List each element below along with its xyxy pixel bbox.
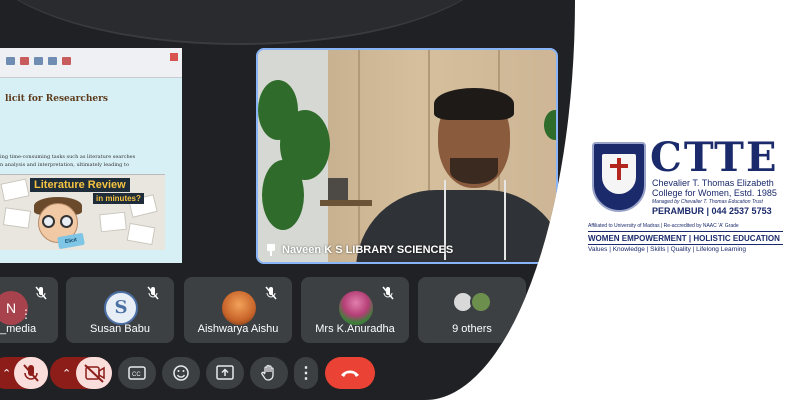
participant-tile[interactable]: CT [535,277,575,343]
paper-sheet [0,178,30,202]
participant-tile[interactable]: Mrs K.Anuradha [301,277,409,343]
avatar [470,291,492,313]
participant-name: Susan Babu [90,323,150,335]
top-bar [0,0,500,45]
raise-hand-icon [261,364,274,381]
emoji-icon [173,365,189,381]
presentation-slide: licit for Researchers ing time-consuming… [0,78,182,263]
participant-name: Aishwarya Aishu [197,323,279,335]
info-icon [486,364,504,382]
participant-name: Mrs K.Anuradha [315,323,395,335]
shared-screen-tile[interactable]: licit for Researchers ing time-consuming… [0,48,182,263]
logo-abbreviation: CTTE [650,134,779,181]
speaker-beard [450,158,498,184]
slide-text-line: n analysis and interpretation, ultimatel… [0,162,129,168]
logo-name-line: Chevalier T. Thomas Elizabeth [652,178,774,188]
mic-control-group[interactable]: ⌃ [0,357,48,389]
logo-name-line: College for Women, Estd. 1985 [652,188,777,198]
participant-name: _media [0,323,37,335]
shelf [320,200,372,206]
slide-text: ing time-consuming tasks such as literat… [0,153,165,169]
paper-sheet [2,207,32,229]
logo-divider [588,244,783,245]
toolbar-icon [34,57,43,65]
slide-title: licit for Researchers [5,94,108,104]
present-icon [216,365,234,380]
banner-subtitle: in minutes? [93,193,144,204]
participant-tile[interactable]: Aishwarya Aishu [184,277,292,343]
paper-sheet [126,222,156,246]
mic-off-icon [23,364,39,382]
wall-seam [358,50,360,262]
meet-window: licit for Researchers ing time-consuming… [0,0,575,400]
people-button[interactable]: 18 [512,349,542,389]
avatar-letter: S [114,297,128,318]
mic-off-icon [265,286,277,300]
leave-call-icon [341,370,359,377]
slide-text-line: ing time-consuming tasks such as literat… [0,154,136,160]
participant-name: CT [545,323,560,335]
emoji-button[interactable] [162,357,200,389]
logo-affiliation: Affiliated to University of Madras | Re-… [588,223,739,229]
more-options-icon: ⋮ [298,365,314,382]
active-speaker-tile[interactable]: Naveen K S LIBRARY SCIENCES [256,48,558,264]
mic-button[interactable] [14,357,48,389]
toolbar-icon [6,57,15,65]
books [328,178,348,200]
logo-values-line: Values | Knowledge | Skills | Quality | … [588,246,747,253]
toolbar-icon [20,57,29,65]
speaker-name: Naveen K S LIBRARY SCIENCES [282,244,454,256]
earphone-cable [504,180,506,260]
plant-leaves [262,160,304,230]
captions-button[interactable]: CC [118,357,156,389]
crest-cross [617,158,621,180]
cartoon-goggle [42,215,55,228]
logo-tagline: WOMEN EMPOWERMENT | HOLISTIC EDUCATION [588,234,780,243]
participant-tile[interactable]: S Susan Babu [66,277,174,343]
speaker-name-label: Naveen K S LIBRARY SCIENCES [266,244,453,256]
literature-review-image: Elicit Literature Review in minutes? [0,174,165,250]
pin-icon[interactable] [266,244,276,256]
app-ribbon [0,48,182,78]
chevron-up-icon[interactable]: ⌃ [62,367,71,380]
mic-off-icon [147,286,159,300]
present-button[interactable] [206,357,244,389]
cartoon-goggle [60,215,73,228]
crest-cross [610,164,628,168]
raise-hand-button[interactable] [250,357,288,389]
chevron-up-icon[interactable]: ⌃ [2,367,11,380]
avatar [222,291,256,325]
captions-icon: CC [128,366,146,380]
window-close-icon [170,53,178,61]
participant-tile[interactable]: N ⋮ _media [0,277,58,343]
toolbar-icon [48,57,57,65]
others-tile[interactable]: 9 others [418,277,526,343]
camera-control-group[interactable]: ⌃ [50,357,112,389]
more-options-icon[interactable]: ⋮ [20,307,32,321]
participant-name: 9 others [452,323,492,335]
leave-call-button[interactable] [325,357,375,389]
mic-off-icon [382,286,394,300]
camera-button[interactable] [76,357,112,389]
mic-off-icon [35,286,47,300]
info-button[interactable] [480,357,510,389]
college-logo: CTTE Chevalier T. Thomas Elizabeth Colle… [580,130,795,265]
logo-trust-line: Managed by Chevalier T. Thomas Education… [652,199,763,205]
speaker-hair [434,88,514,120]
svg-text:CC: CC [132,372,141,378]
participant-count-badge: 18 [528,349,542,358]
toolbar-icon [62,57,71,65]
logo-contact-line: PERAMBUR | 044 2537 5753 [652,206,772,216]
people-icon [517,366,535,381]
banner-title: Literature Review [30,178,130,192]
college-crest [592,142,646,212]
logo-divider [588,231,783,232]
more-options-button[interactable]: ⋮ [294,357,318,389]
paper-sheet [99,211,127,233]
camera-off-icon [84,364,105,383]
avatar [339,291,373,325]
avatar: S [104,291,138,325]
